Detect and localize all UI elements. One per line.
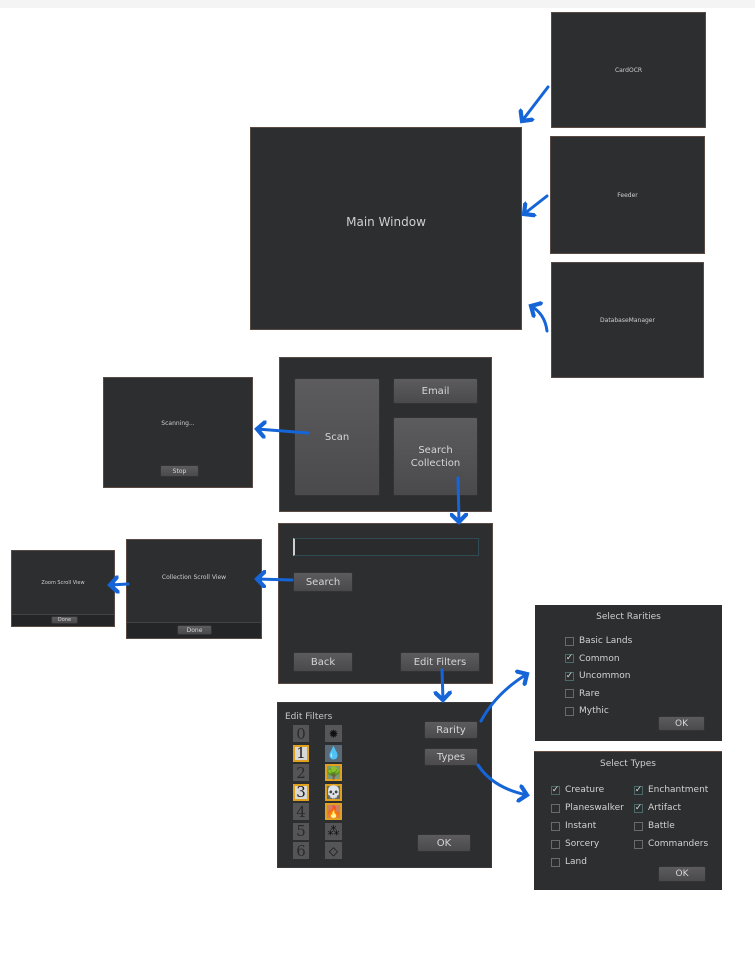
color-filter-blue-icon[interactable]: 💧 <box>325 744 342 762</box>
color-filter-red-icon[interactable]: 🔥 <box>325 803 342 820</box>
zoom-done-button[interactable]: Done <box>51 616 78 624</box>
type-option-battle[interactable]: Battle <box>634 821 675 831</box>
color-filter-black-icon[interactable]: 💀 <box>325 783 342 801</box>
checkbox-label: Enchantment <box>648 785 709 795</box>
checkbox[interactable] <box>551 803 560 813</box>
checkbox-label: Commanders <box>648 839 709 849</box>
checkbox-label: Planeswalker <box>565 803 624 813</box>
search-collection-button[interactable]: Search Collection <box>393 417 478 496</box>
mana-cost-filter-5[interactable]: 5 <box>293 822 309 840</box>
mana-cost-filter-0[interactable]: 0 <box>293 725 309 743</box>
checkbox[interactable] <box>551 821 560 831</box>
search-input[interactable] <box>293 538 479 556</box>
checkbox-label: Creature <box>565 785 605 795</box>
rarity-option-uncommon[interactable]: ✓ Uncommon <box>565 671 631 681</box>
stop-button[interactable]: Stop <box>160 465 199 477</box>
checkbox-label: Battle <box>648 821 675 831</box>
scan-button[interactable]: Scan <box>294 378 380 496</box>
collection-footer: Done <box>127 622 261 638</box>
type-option-planeswalker[interactable]: Planeswalker <box>551 803 624 813</box>
type-option-land[interactable]: Land <box>551 857 587 867</box>
collection-done-button[interactable]: Done <box>177 625 212 635</box>
rarity-option-common[interactable]: ✓ Common <box>565 654 620 664</box>
checkbox[interactable] <box>565 689 574 698</box>
search-button[interactable]: Search <box>293 572 353 592</box>
types-ok-button[interactable]: OK <box>658 866 706 882</box>
checkbox[interactable] <box>551 839 560 849</box>
checkbox-label: Sorcery <box>565 839 600 849</box>
select-rarities-title: Select Rarities <box>596 612 661 622</box>
type-option-instant[interactable]: Instant <box>551 821 596 831</box>
select-types-title: Select Types <box>600 759 656 769</box>
edit-filters-title: Edit Filters <box>285 712 333 722</box>
search-screen: Search Back Edit Filters <box>278 523 493 684</box>
checkbox-label: Uncommon <box>579 671 631 681</box>
edit-filters-button[interactable]: Edit Filters <box>400 652 480 672</box>
color-filter-multicolor-icon[interactable]: ⁂ <box>325 822 342 840</box>
card-ocr-window: CardOCR <box>551 12 706 128</box>
feeder-title: Feeder <box>617 192 638 199</box>
checkbox-label: Artifact <box>648 803 682 813</box>
database-manager-title: DatabaseManager <box>600 317 655 324</box>
color-filter-colorless-icon[interactable]: ◇ <box>325 842 342 859</box>
collection-scroll-view-title: Collection Scroll View <box>161 574 227 581</box>
checkbox[interactable] <box>634 839 643 849</box>
feeder-window: Feeder <box>550 136 705 254</box>
edit-filters-ok-button[interactable]: OK <box>417 834 471 852</box>
checkbox-label: Mythic <box>579 706 609 716</box>
main-window: Main Window <box>250 127 522 330</box>
zoom-scroll-view-title: Zoom Scroll View <box>41 580 85 586</box>
mana-cost-filter-1[interactable]: 1 <box>293 744 309 762</box>
mana-cost-filter-2[interactable]: 2 <box>293 764 309 782</box>
back-button[interactable]: Back <box>293 652 353 672</box>
type-option-commanders[interactable]: Commanders <box>634 839 708 849</box>
rarity-option-rare[interactable]: Rare <box>565 689 600 699</box>
top-strip <box>0 0 755 8</box>
scanning-status: Scanning... <box>161 420 195 427</box>
select-rarities-dialog: Select Rarities Basic Lands ✓ Common ✓ Uncom… <box>535 605 722 741</box>
edit-filters-screen: Edit Filters 01 23 45 6 ✹ 💧 🌳 💀 🔥 ⁂ ◇ Rarity Type… <box>277 702 492 868</box>
checkbox[interactable] <box>634 821 643 831</box>
main-window-title: Main Window <box>346 215 426 229</box>
database-manager-window: DatabaseManager <box>551 262 704 378</box>
email-button[interactable]: Email <box>393 378 478 404</box>
zoom-footer: Done <box>12 614 114 626</box>
scanning-screen: Scanning... Stop <box>103 377 253 488</box>
home-screen: Scan Email Search Collection <box>279 357 492 512</box>
rarity-option-basic-lands[interactable]: Basic Lands <box>565 636 632 646</box>
checkbox-label: Instant <box>565 821 597 831</box>
arrow-feeder-to-main <box>524 194 549 214</box>
zoom-scroll-view: Zoom Scroll View Done <box>11 550 115 627</box>
checkbox-label: Rare <box>579 688 600 699</box>
types-button[interactable]: Types <box>424 748 478 766</box>
checkbox-label: Land <box>565 857 587 867</box>
card-ocr-title: CardOCR <box>614 67 643 74</box>
checkbox[interactable]: ✓ <box>565 671 574 681</box>
checkbox[interactable]: ✓ <box>634 785 643 795</box>
color-filter-green-icon[interactable]: 🌳 <box>325 764 342 781</box>
checkbox-label: Common <box>579 653 620 664</box>
rarity-button[interactable]: Rarity <box>424 721 478 739</box>
arrow-main-to-database <box>531 306 549 333</box>
rarities-ok-button[interactable]: OK <box>658 716 705 731</box>
color-filter-white-icon[interactable]: ✹ <box>325 725 342 742</box>
checkbox[interactable]: ✓ <box>634 803 643 813</box>
type-option-artifact[interactable]: ✓ Artifact <box>634 803 681 813</box>
checkbox[interactable]: ✓ <box>551 785 560 795</box>
checkbox-label: Basic Lands <box>579 636 633 646</box>
mana-cost-filter-6[interactable]: 6 <box>293 842 309 860</box>
mana-cost-filter-3[interactable]: 3 <box>293 783 309 801</box>
checkbox[interactable] <box>551 857 560 867</box>
mana-cost-filter-4[interactable]: 4 <box>293 803 309 821</box>
select-types-dialog: Select Types ✓ Creature Planeswalker Instan… <box>534 751 722 890</box>
type-option-enchantment[interactable]: ✓ Enchantment <box>634 785 708 795</box>
checkbox[interactable]: ✓ <box>565 654 574 663</box>
checkbox[interactable] <box>565 636 574 646</box>
type-option-creature[interactable]: ✓ Creature <box>551 785 604 795</box>
checkbox[interactable] <box>565 706 574 716</box>
collection-scroll-view: Collection Scroll View Done <box>126 539 262 639</box>
rarity-option-mythic[interactable]: Mythic <box>565 706 609 716</box>
type-option-sorcery[interactable]: Sorcery <box>551 839 599 849</box>
arrow-cardocr-to-main <box>522 85 550 121</box>
